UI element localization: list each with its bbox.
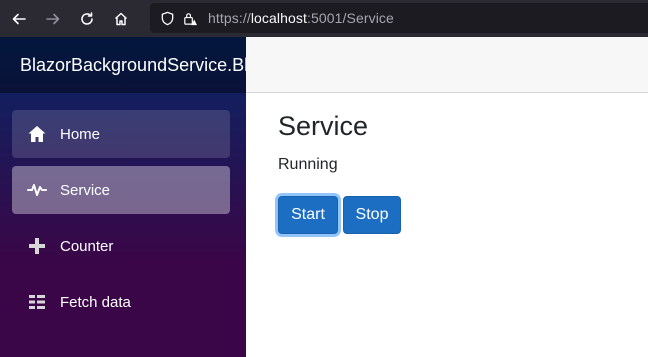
reload-icon: [81, 11, 93, 25]
button-row: Start Stop: [278, 196, 648, 234]
browser-toolbar: https://localhost:5001/Service: [0, 0, 648, 37]
plus-icon: [26, 235, 48, 257]
url-path: :5001/Service: [306, 10, 394, 26]
sidebar-item-label: Fetch data: [60, 293, 131, 311]
sidebar-item-label: Home: [60, 125, 101, 143]
main-area: Service Running Start Stop: [246, 37, 648, 357]
brand-link[interactable]: BlazorBackgroundService.Blazor: [20, 55, 246, 76]
pulse-icon: [26, 179, 48, 201]
sidebar-item-service[interactable]: Service: [12, 166, 230, 214]
home-button[interactable]: [106, 4, 136, 34]
back-button[interactable]: [4, 4, 34, 34]
nav-menu: Home Service Counter Fetch data: [0, 93, 246, 326]
start-button[interactable]: Start: [278, 196, 338, 234]
stop-button[interactable]: Stop: [343, 196, 401, 234]
lock-warning-icon[interactable]: [180, 9, 198, 27]
sidebar-item-fetch-data[interactable]: Fetch data: [12, 278, 230, 326]
forward-arrow-icon: [46, 13, 60, 24]
list-icon: [26, 291, 48, 313]
url-text[interactable]: https://localhost:5001/Service: [208, 10, 394, 26]
page-content: Service Running Start Stop: [246, 93, 648, 234]
address-bar[interactable]: https://localhost:5001/Service: [150, 3, 648, 33]
reload-button[interactable]: [72, 4, 102, 34]
sidebar-item-home[interactable]: Home: [12, 110, 230, 158]
sidebar-item-counter[interactable]: Counter: [12, 222, 230, 270]
sidebar-item-label: Counter: [60, 237, 114, 255]
home-icon: [26, 123, 48, 145]
page-title: Service: [278, 111, 369, 141]
sidebar: BlazorBackgroundService.Blazor Home Serv…: [0, 37, 246, 357]
sidebar-header: BlazorBackgroundService.Blazor: [0, 37, 246, 93]
browser-home-icon: [114, 12, 128, 25]
top-row: [246, 37, 648, 93]
url-prefix: https://: [208, 10, 251, 26]
back-arrow-icon: [12, 13, 26, 24]
url-host: localhost: [250, 10, 307, 26]
service-status: Running: [278, 156, 338, 173]
sidebar-item-label: Service: [60, 181, 111, 199]
forward-button[interactable]: [38, 4, 68, 34]
shield-icon[interactable]: [158, 9, 176, 27]
